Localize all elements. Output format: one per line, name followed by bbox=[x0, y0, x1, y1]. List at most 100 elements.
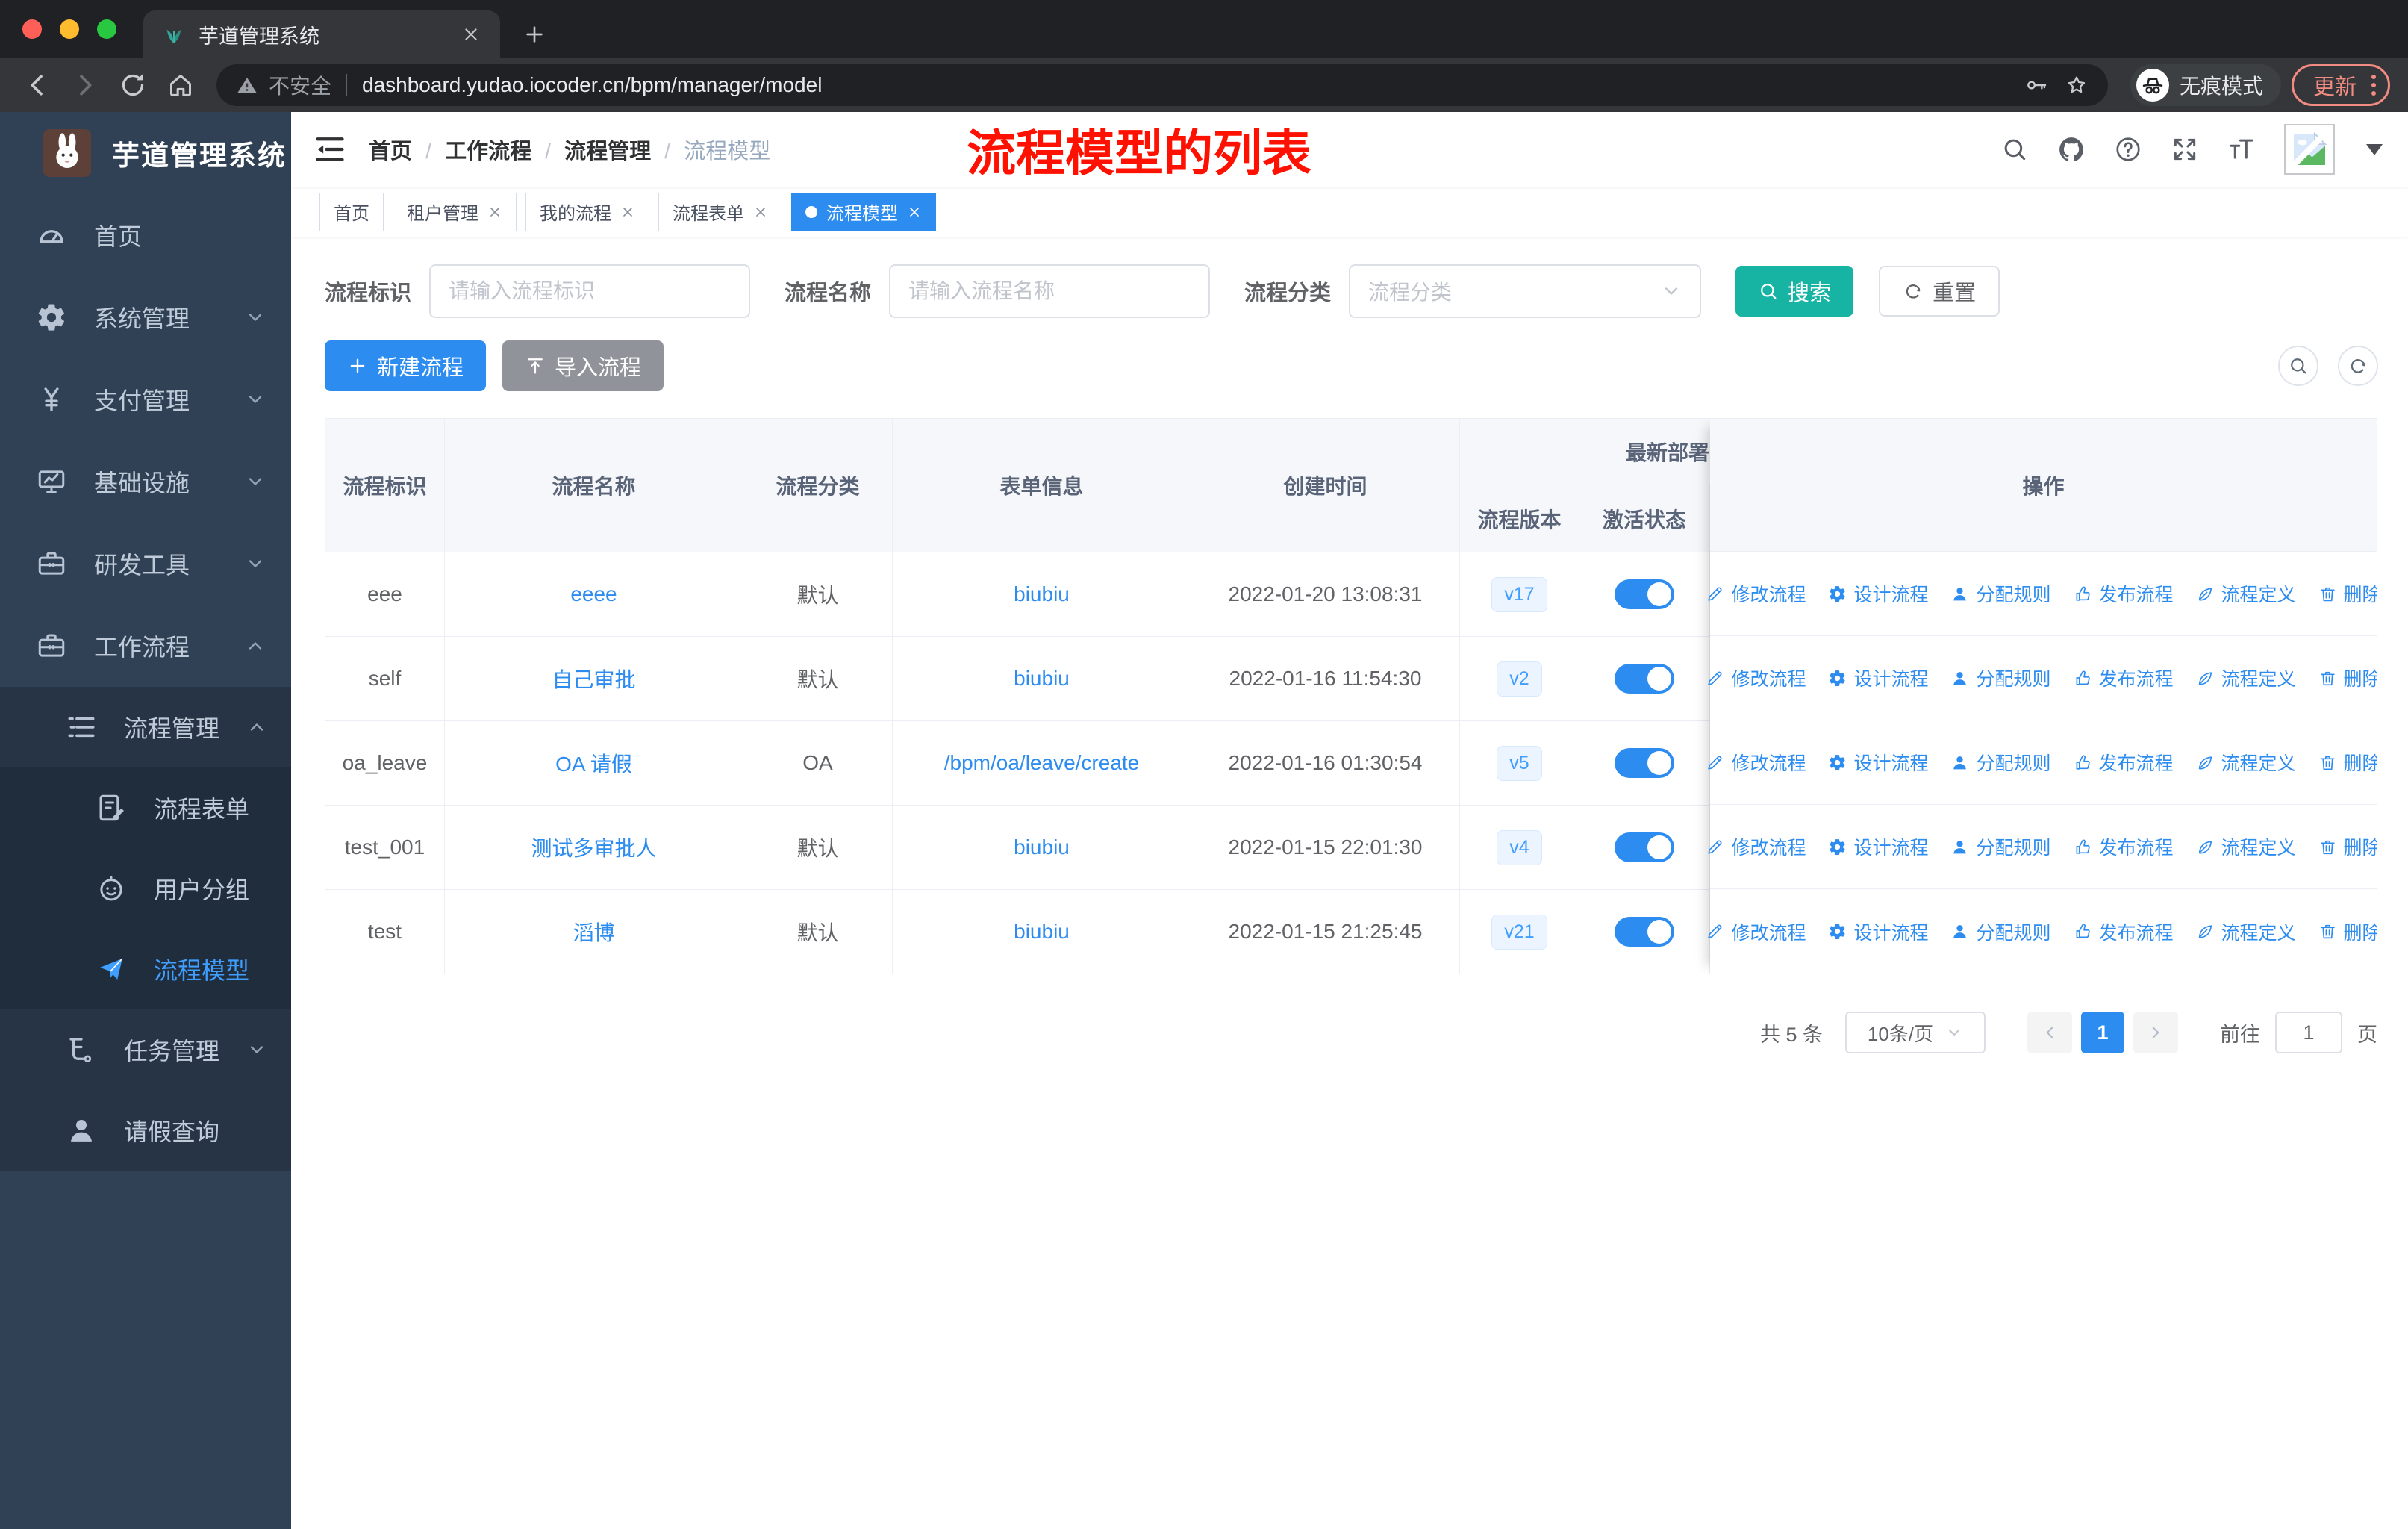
tag-home[interactable]: 首页 bbox=[319, 192, 384, 231]
sidebar-item-home[interactable]: 首页 bbox=[0, 194, 291, 276]
action-publish-process[interactable]: 发布流程 bbox=[2074, 918, 2174, 945]
tag-my-process[interactable]: 我的流程 bbox=[525, 192, 649, 231]
form-info-link[interactable]: biubiu bbox=[1014, 835, 1070, 859]
password-key-icon[interactable] bbox=[2024, 73, 2048, 97]
action-publish-process[interactable]: 发布流程 bbox=[2074, 833, 2174, 860]
form-info-link[interactable]: biubiu bbox=[1014, 920, 1070, 944]
action-process-definition[interactable]: 流程定义 bbox=[2196, 833, 2296, 860]
close-tab-icon[interactable] bbox=[461, 25, 481, 44]
action-delete[interactable]: 删除 bbox=[2318, 749, 2377, 776]
search-button[interactable]: 搜索 bbox=[1735, 266, 1854, 317]
import-process-button[interactable]: 导入流程 bbox=[502, 340, 664, 391]
process-name-link[interactable]: eeee bbox=[570, 582, 617, 606]
active-status-toggle[interactable] bbox=[1615, 748, 1674, 778]
minimize-window-button[interactable] bbox=[60, 19, 79, 39]
action-publish-process[interactable]: 发布流程 bbox=[2074, 664, 2174, 691]
security-warning-icon[interactable] bbox=[236, 74, 258, 96]
refresh-table-button[interactable] bbox=[2338, 346, 2378, 386]
forward-button[interactable] bbox=[70, 70, 100, 100]
active-status-toggle[interactable] bbox=[1615, 917, 1674, 947]
breadcrumb-home[interactable]: 首页 bbox=[369, 134, 412, 165]
app-logo[interactable]: 芋道管理系统 bbox=[0, 112, 291, 194]
sidebar-item-process-form[interactable]: 流程表单 bbox=[0, 767, 291, 848]
active-status-toggle[interactable] bbox=[1615, 664, 1674, 694]
action-delete[interactable]: 删除 bbox=[2318, 580, 2377, 607]
action-assign-rule[interactable]: 分配规则 bbox=[1950, 664, 2051, 691]
toggle-search-button[interactable] bbox=[2278, 346, 2318, 386]
active-status-toggle[interactable] bbox=[1615, 832, 1674, 862]
action-design-process[interactable]: 设计流程 bbox=[1828, 580, 1928, 607]
user-avatar[interactable] bbox=[2284, 124, 2335, 175]
action-modify-process[interactable]: 修改流程 bbox=[1706, 918, 1806, 945]
sidebar-item-task-management[interactable]: 任务管理 bbox=[0, 1009, 291, 1090]
action-publish-process[interactable]: 发布流程 bbox=[2074, 580, 2174, 607]
close-window-button[interactable] bbox=[22, 19, 42, 39]
process-name-link[interactable]: 滔博 bbox=[573, 917, 614, 947]
form-info-link[interactable]: /bpm/oa/leave/create bbox=[944, 751, 1140, 775]
avatar-dropdown-caret[interactable] bbox=[2366, 143, 2383, 155]
action-design-process[interactable]: 设计流程 bbox=[1828, 664, 1928, 691]
breadcrumb-process-management[interactable]: 流程管理 bbox=[531, 134, 651, 165]
new-tab-button[interactable] bbox=[523, 22, 546, 46]
action-modify-process[interactable]: 修改流程 bbox=[1706, 580, 1806, 607]
process-name-link[interactable]: OA 请假 bbox=[555, 748, 632, 778]
sidebar-item-process-management[interactable]: 流程管理 bbox=[0, 687, 291, 767]
hamburger-icon[interactable] bbox=[314, 133, 346, 166]
sidebar-item-process-model[interactable]: 流程模型 bbox=[0, 929, 291, 1009]
font-size-icon[interactable] bbox=[2227, 135, 2256, 164]
action-design-process[interactable]: 设计流程 bbox=[1828, 749, 1928, 776]
goto-page-input[interactable] bbox=[2275, 1012, 2342, 1053]
sidebar-item-workflow[interactable]: 工作流程 bbox=[0, 605, 291, 687]
close-tag-icon[interactable] bbox=[753, 205, 768, 219]
sidebar-item-leave-query[interactable]: 请假查询 bbox=[0, 1090, 291, 1171]
action-design-process[interactable]: 设计流程 bbox=[1828, 918, 1928, 945]
help-icon[interactable] bbox=[2114, 135, 2142, 164]
home-button[interactable] bbox=[166, 70, 196, 100]
sidebar-item-user-group[interactable]: 用户分组 bbox=[0, 848, 291, 929]
page-number-button[interactable]: 1 bbox=[2081, 1012, 2124, 1053]
tag-process-model[interactable]: 流程模型 bbox=[791, 192, 936, 231]
action-assign-rule[interactable]: 分配规则 bbox=[1950, 833, 2051, 860]
sidebar-item-system[interactable]: 系统管理 bbox=[0, 276, 291, 358]
action-publish-process[interactable]: 发布流程 bbox=[2074, 749, 2174, 776]
sidebar-item-devtools[interactable]: 研发工具 bbox=[0, 523, 291, 605]
action-modify-process[interactable]: 修改流程 bbox=[1706, 749, 1806, 776]
process-key-input[interactable] bbox=[429, 264, 751, 318]
action-modify-process[interactable]: 修改流程 bbox=[1706, 664, 1806, 691]
create-process-button[interactable]: 新建流程 bbox=[325, 340, 487, 391]
action-delete[interactable]: 删除 bbox=[2318, 833, 2377, 860]
next-page-button[interactable] bbox=[2133, 1012, 2178, 1053]
search-icon[interactable] bbox=[2000, 135, 2029, 164]
action-modify-process[interactable]: 修改流程 bbox=[1706, 833, 1806, 860]
github-icon[interactable] bbox=[2057, 135, 2086, 164]
page-size-select[interactable]: 10条/页 bbox=[1845, 1012, 1986, 1053]
action-process-definition[interactable]: 流程定义 bbox=[2196, 918, 2296, 945]
browser-tab[interactable]: 芋道管理系统 bbox=[143, 10, 500, 58]
form-info-link[interactable]: biubiu bbox=[1014, 582, 1070, 606]
close-tag-icon[interactable] bbox=[487, 205, 502, 219]
bookmark-star-icon[interactable] bbox=[2065, 73, 2089, 97]
action-process-definition[interactable]: 流程定义 bbox=[2196, 664, 2296, 691]
browser-menu-icon[interactable] bbox=[2371, 75, 2376, 96]
sidebar-item-infrastructure[interactable]: 基础设施 bbox=[0, 440, 291, 523]
process-name-link[interactable]: 自己审批 bbox=[552, 664, 635, 694]
action-delete[interactable]: 删除 bbox=[2318, 664, 2377, 691]
tag-process-form[interactable]: 流程表单 bbox=[658, 192, 782, 231]
url-bar[interactable]: 不安全 dashboard.yudao.iocoder.cn/bpm/manag… bbox=[216, 64, 2108, 106]
action-process-definition[interactable]: 流程定义 bbox=[2196, 749, 2296, 776]
form-info-link[interactable]: biubiu bbox=[1014, 667, 1070, 691]
breadcrumb-workflow[interactable]: 工作流程 bbox=[412, 134, 531, 165]
active-status-toggle[interactable] bbox=[1615, 579, 1674, 609]
zoom-window-button[interactable] bbox=[97, 19, 116, 39]
process-name-link[interactable]: 测试多审批人 bbox=[531, 832, 656, 862]
action-assign-rule[interactable]: 分配规则 bbox=[1950, 749, 2051, 776]
action-assign-rule[interactable]: 分配规则 bbox=[1950, 918, 2051, 945]
reset-button[interactable]: 重置 bbox=[1879, 266, 2000, 317]
action-assign-rule[interactable]: 分配规则 bbox=[1950, 580, 2051, 607]
back-button[interactable] bbox=[22, 70, 52, 100]
action-process-definition[interactable]: 流程定义 bbox=[2196, 580, 2296, 607]
tag-tenant-management[interactable]: 租户管理 bbox=[393, 192, 517, 231]
process-category-select[interactable]: 流程分类 bbox=[1349, 264, 1702, 318]
sidebar-item-pay[interactable]: 支付管理 bbox=[0, 358, 291, 440]
process-name-input[interactable] bbox=[889, 264, 1211, 318]
